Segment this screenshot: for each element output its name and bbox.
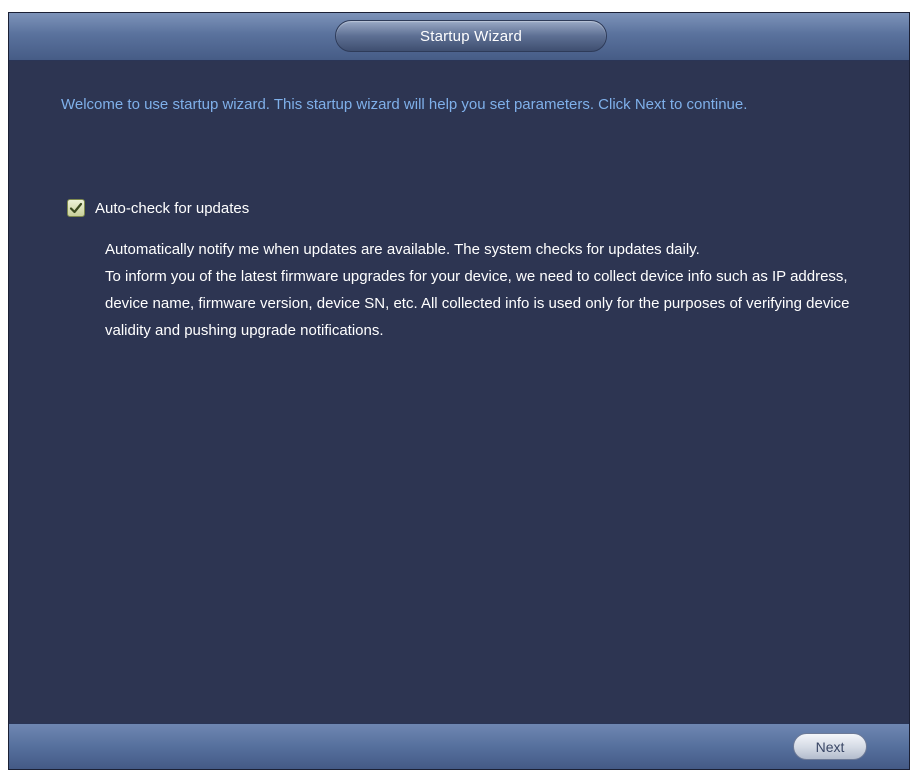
title-bar: Startup Wizard (9, 13, 909, 61)
welcome-text: Welcome to use startup wizard. This star… (61, 96, 748, 113)
auto-check-description: Automatically notify me when updates are… (105, 236, 885, 344)
footer-bar: Next (9, 723, 909, 769)
startup-wizard-dialog: Startup Wizard Welcome to use startup wi… (8, 12, 910, 770)
privacy-info-text: To inform you of the latest firmware upg… (105, 268, 850, 339)
checkmark-icon (69, 202, 83, 214)
dialog-title: Startup Wizard (335, 20, 607, 52)
wizard-content: Welcome to use startup wizard. This star… (9, 61, 909, 725)
auto-check-label: Auto-check for updates (95, 199, 250, 217)
auto-check-row[interactable]: Auto-check for updates (67, 199, 249, 217)
update-notify-text: Automatically notify me when updates are… (105, 241, 700, 258)
next-button[interactable]: Next (793, 733, 867, 760)
auto-check-checkbox[interactable] (67, 199, 85, 217)
